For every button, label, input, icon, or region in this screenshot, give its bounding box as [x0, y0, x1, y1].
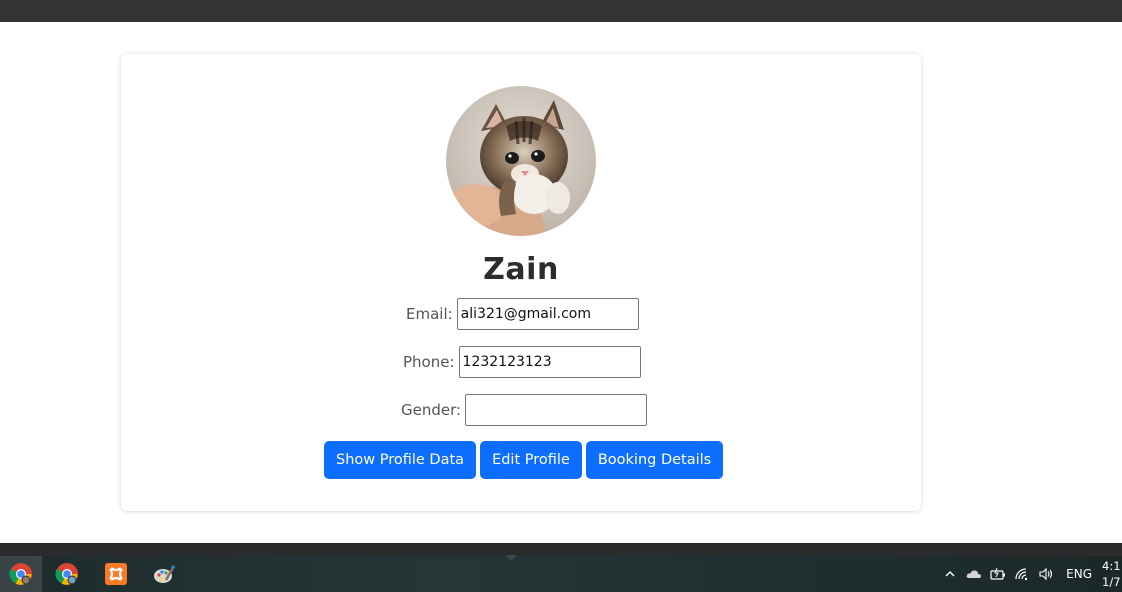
xampp-icon: [105, 563, 127, 585]
clock-date: 1/7: [1102, 575, 1121, 589]
clock-time: 4:1: [1102, 559, 1121, 573]
taskbar-notch-icon: [505, 555, 517, 561]
phone-field[interactable]: [458, 346, 641, 378]
page-footer-strip: [0, 543, 1122, 556]
gender-field[interactable]: [465, 394, 648, 426]
browser-top-bar: [0, 0, 1122, 22]
gender-row: Gender:: [401, 394, 648, 426]
battery-icon[interactable]: [986, 556, 1010, 592]
taskbar-chrome-active[interactable]: [0, 556, 42, 592]
profile-name: Zain: [483, 252, 559, 287]
language-indicator[interactable]: ENG: [1066, 567, 1092, 581]
phone-row: Phone:: [403, 346, 641, 378]
email-field[interactable]: [456, 298, 639, 330]
tray-clock[interactable]: 4:1 1/7: [1102, 558, 1122, 590]
taskbar-xampp[interactable]: [95, 556, 137, 592]
phone-label: Phone:: [403, 353, 455, 371]
email-row: Email:: [406, 298, 639, 330]
taskbar-chrome[interactable]: [46, 556, 88, 592]
profile-card: Zain Email: Phone: Gender: Show Profile …: [121, 54, 921, 511]
chrome-icon: [55, 563, 78, 585]
taskbar-paint[interactable]: [143, 556, 185, 592]
profile-avatar: [446, 86, 596, 236]
paint-icon: [154, 565, 176, 583]
wifi-icon[interactable]: [1010, 556, 1034, 592]
onedrive-cloud-icon[interactable]: [962, 556, 986, 592]
windows-taskbar: ENG 4:1 1/7: [0, 555, 1122, 592]
volume-icon[interactable]: [1034, 556, 1058, 592]
profile-page: Zain Email: Phone: Gender: Show Profile …: [0, 22, 1122, 543]
edit-profile-button[interactable]: Edit Profile: [480, 441, 582, 479]
action-buttons: Show Profile Data Edit Profile Booking D…: [324, 441, 724, 479]
chevron-up-icon[interactable]: [938, 556, 962, 592]
show-profile-data-button[interactable]: Show Profile Data: [324, 441, 477, 479]
chrome-icon: [9, 563, 32, 585]
booking-details-button[interactable]: Booking Details: [585, 441, 724, 479]
email-label: Email:: [406, 305, 453, 323]
gender-label: Gender:: [401, 401, 462, 419]
kitten-image: [446, 86, 596, 236]
system-tray: ENG 4:1 1/7: [938, 556, 1122, 592]
